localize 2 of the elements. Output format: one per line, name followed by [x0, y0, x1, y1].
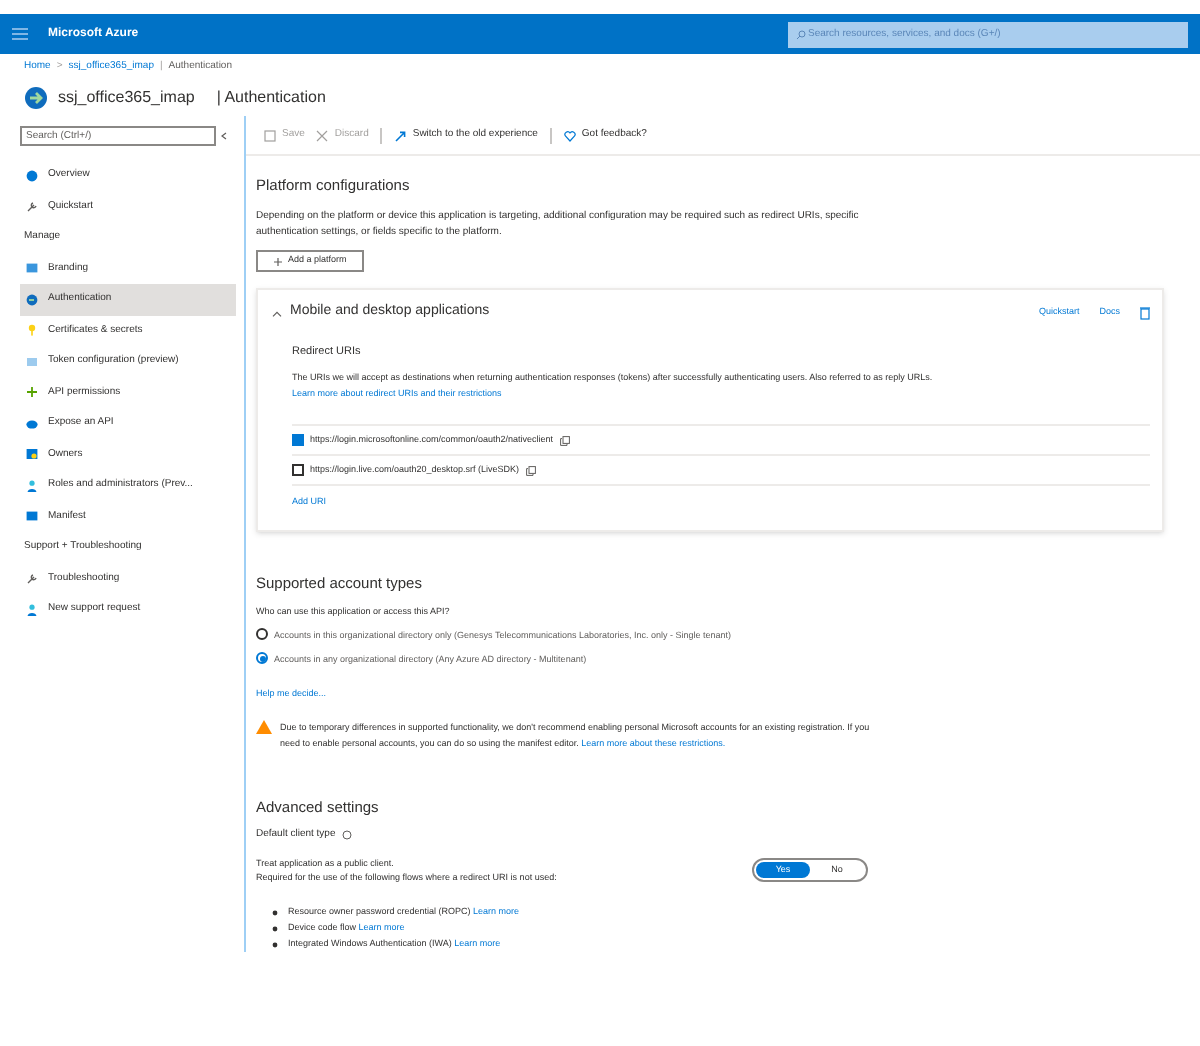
page-title: | Authentication	[216, 86, 326, 110]
app-name: ssj_office365_imap	[58, 86, 195, 110]
